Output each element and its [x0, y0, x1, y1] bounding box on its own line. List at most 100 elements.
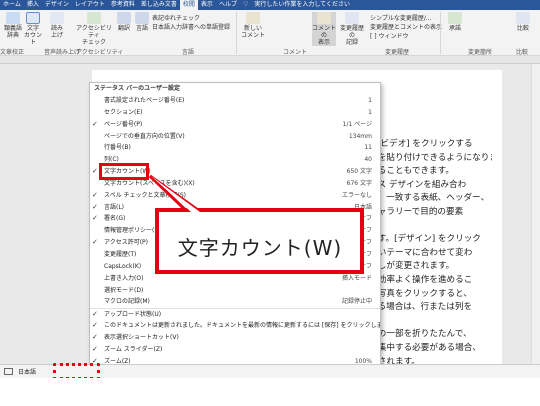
menu-item[interactable]: ✓ 言語(L) 日本語: [90, 202, 380, 214]
check-icon: ✓: [92, 119, 98, 128]
translate-button[interactable]: 翻訳: [116, 12, 132, 32]
new-comment-label: 新しい コメント: [240, 25, 265, 39]
ribbon-tab[interactable]: 実行したい作業を入力してください: [251, 0, 353, 10]
menu-item-label: CapsLock(K): [104, 262, 142, 270]
group-label: 変更履歴: [385, 49, 410, 56]
compare-button[interactable]: 比較: [514, 12, 532, 32]
translate-icon: [117, 12, 131, 24]
menu-item[interactable]: 上書き入力(O) 挿入モード: [90, 273, 380, 285]
word-count-ribbon-button[interactable]: 文字 カウント: [24, 12, 42, 46]
ribbon-tab[interactable]: 差し込み文書: [138, 0, 180, 10]
menu-item-label: 言語(L): [104, 203, 125, 211]
group-label: 比較: [516, 49, 529, 56]
simplified-check-item[interactable]: 表記ゆれチェック: [152, 13, 200, 22]
translate-label: 翻訳: [117, 25, 130, 32]
menu-item[interactable]: ページでの垂直方向の位置(V) 134mm: [90, 131, 380, 143]
ribbon-tab-bar: ホーム 挿入 デザイン レイアウト 参考資料 差し込み文書 校閲 表示 ヘルプ ♡ 実行したい作業を…: [0, 0, 540, 10]
track-changes-label: 変更履歴の 記録: [339, 25, 364, 46]
menu-item-label: 書式設定されたページ番号(E): [104, 97, 185, 104]
ribbon-tab[interactable]: 表示: [198, 0, 216, 10]
accessibility-icon: [87, 12, 101, 24]
show-comments-label: コメントの 表示: [312, 25, 337, 46]
ribbon-tab[interactable]: ホーム: [0, 0, 24, 10]
vertical-scrollbar[interactable]: [531, 64, 540, 364]
group-label: アクセシビリティ: [76, 49, 124, 56]
menu-item[interactable]: ✓ 表示選択ショートカット(V): [90, 332, 380, 344]
menu-item[interactable]: ✓ 署名(G) オフ: [90, 213, 380, 225]
menu-item-label: ページでの垂直方向の位置(V): [104, 132, 185, 140]
menu-item-value: 11: [364, 144, 372, 152]
menu-item[interactable]: ✓ アップロード状態(U): [90, 308, 380, 320]
track-changes-button[interactable]: 変更履歴の 記録: [338, 12, 366, 46]
menu-item-label: 署名(G): [104, 215, 126, 223]
menu-item[interactable]: マクロの記録(M) 記録停止中: [90, 296, 380, 308]
horizontal-ruler[interactable]: [0, 56, 540, 64]
menu-item-value: 676 文字: [346, 179, 372, 187]
menu-item-label: 表示選択ショートカット(V): [104, 333, 179, 341]
ribbon-tab[interactable]: レイアウト: [72, 0, 108, 10]
menu-item[interactable]: 書式設定されたページ番号(E) 1: [90, 95, 380, 107]
menu-item[interactable]: ✓ ズーム スライダー(Z): [90, 344, 380, 356]
reviewing-pane-dropdown[interactable]: [ ] ウィンドウ: [370, 31, 409, 40]
accessibility-check-button[interactable]: アクセシビリティ チェック: [74, 12, 114, 46]
check-icon: ✓: [92, 238, 98, 247]
callout-text: 文字カウント(W): [177, 236, 343, 260]
show-comments-button[interactable]: コメントの 表示: [312, 12, 336, 46]
menu-item-label: ズーム スライダー(Z): [104, 345, 163, 353]
menu-item[interactable]: セクション(E) 1: [90, 107, 380, 119]
new-comment-button[interactable]: 新しい コメント: [240, 12, 266, 39]
menu-item[interactable]: 選択モード(D): [90, 285, 380, 297]
status-language[interactable]: 日本語: [18, 367, 36, 376]
menu-item-value: 134mm: [348, 132, 372, 140]
menu-item-value: 40: [364, 156, 372, 164]
book-icon: [4, 368, 13, 375]
group-label: 音声読み上げ: [44, 49, 81, 56]
menu-item-value: オフ: [359, 262, 372, 270]
thesaurus-button[interactable]: 類義語 辞典: [2, 12, 24, 39]
add-dictionary-item[interactable]: 日本語入力辞書への単語登録: [152, 22, 230, 31]
new-comment-icon: [246, 12, 260, 24]
ribbon-tab[interactable]: 挿入: [24, 0, 42, 10]
show-comments-icon: [317, 12, 331, 24]
ribbon: 類義語 辞典 文字 カウント 読み 上げ アクセシビリティ チェック 翻訳 言語…: [0, 10, 540, 56]
ribbon-tab[interactable]: ヘルプ: [216, 0, 240, 10]
menu-item-value: 650 文字: [346, 168, 372, 176]
menu-item-value: 1/1 ページ: [342, 120, 372, 128]
menu-item-label: セクション(E): [104, 108, 143, 116]
menu-item-label: 変更履歴(T): [104, 250, 137, 258]
word-count-highlight-box: [99, 163, 149, 180]
ribbon-tab[interactable]: デザイン: [42, 0, 72, 10]
group-label: 言語: [182, 49, 195, 56]
status-bar-context-menu: ステータス バーのユーザー設定 書式設定されたページ番号(E) 1 セクション(E)…: [89, 82, 381, 366]
show-markup-dropdown[interactable]: 変更履歴とコメントの表示: [370, 22, 442, 31]
menu-item[interactable]: ✓ スペル チェックと文章校正(S) エラーなし: [90, 190, 380, 202]
menu-item[interactable]: ✓ このドキュメントは更新されました。ドキュメントを最新の情報に更新するには [保…: [90, 320, 380, 332]
menu-item-value: 記録停止中: [341, 298, 372, 306]
menu-item-value: 挿入モード: [341, 274, 372, 282]
compare-icon: [516, 12, 530, 24]
accept-button[interactable]: 承諾: [446, 12, 464, 32]
ribbon-tab[interactable]: ♡: [240, 0, 251, 10]
check-icon: ✓: [92, 332, 98, 341]
check-icon: ✓: [92, 190, 98, 199]
menu-item[interactable]: ✓ ページ番号(P) 1/1 ページ: [90, 119, 380, 131]
simple-markup-dropdown[interactable]: シンプルな変更履歴/...: [370, 13, 432, 22]
menu-item-label: このドキュメントは更新されました。ドキュメントを最新の情報に更新するには [保存…: [104, 322, 381, 330]
menu-item[interactable]: 行番号(B) 11: [90, 142, 380, 154]
menu-item-label: アクセス許可(P): [104, 239, 149, 247]
language-button[interactable]: 言語: [134, 12, 150, 32]
group-label: コメント: [283, 49, 308, 56]
ribbon-tab[interactable]: 参考資料: [108, 0, 138, 10]
menu-item-value: 日本語: [353, 203, 372, 211]
accept-label: 承諾: [448, 25, 461, 32]
ribbon-tab[interactable]: 校閲: [179, 0, 198, 10]
menu-item[interactable]: CapsLock(K) オフ: [90, 261, 380, 273]
accept-icon: [448, 12, 462, 24]
check-icon: ✓: [92, 202, 98, 211]
menu-item-label: スペル チェックと文章校正(S): [104, 191, 186, 199]
menu-item-value: オフ: [359, 239, 372, 247]
menu-item-label: 情報管理ポリシー(I): [104, 227, 159, 235]
read-aloud-button[interactable]: 読み 上げ: [48, 12, 66, 39]
language-icon: [135, 12, 149, 24]
group-label: 文章校正: [0, 49, 25, 56]
